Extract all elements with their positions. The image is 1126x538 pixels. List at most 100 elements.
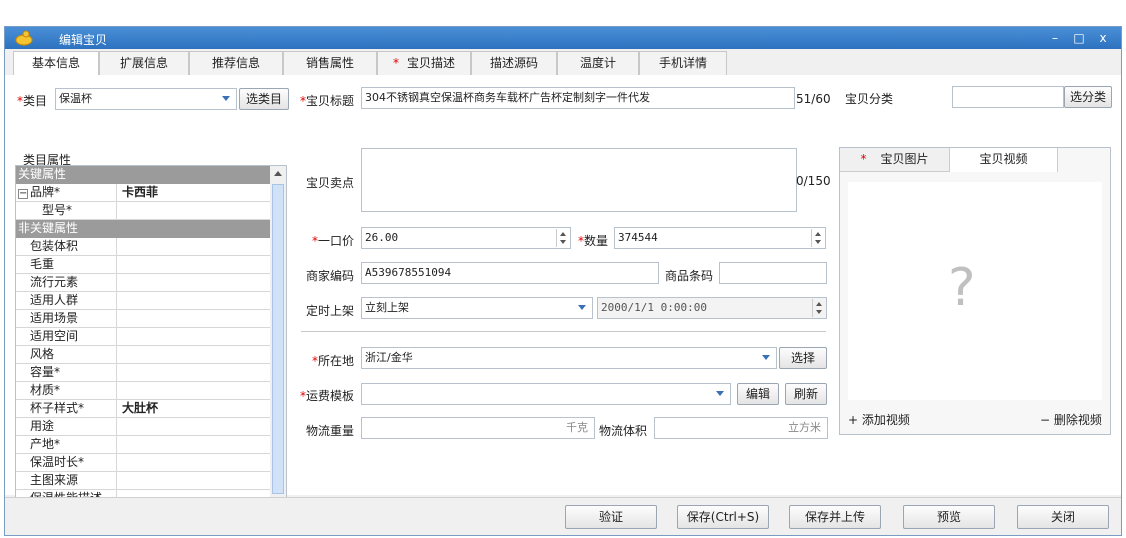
tab-item-images[interactable]: * 宝贝图片 (840, 148, 950, 172)
attr-name: 容量* (16, 364, 117, 382)
close-icon[interactable]: x (1093, 29, 1113, 47)
window-title: 编辑宝贝 (59, 33, 108, 47)
schedule-time-input[interactable]: 2000/1/1 0:00:00 (597, 297, 827, 319)
app-logo-icon (15, 30, 33, 46)
attr-row[interactable]: 包装体积 (16, 238, 270, 256)
attr-row[interactable]: 主图来源 (16, 472, 270, 490)
chevron-down-icon (762, 355, 770, 360)
barcode-label: 商品条码 (665, 269, 714, 283)
shipping-template-select[interactable] (361, 383, 731, 405)
scroll-up-icon[interactable] (274, 171, 282, 176)
attr-row[interactable]: 风格 (16, 346, 270, 364)
minimize-icon[interactable]: – (1045, 29, 1065, 47)
shipping-template-label: *运费模板 (300, 389, 355, 403)
select-shop-category-button[interactable]: 选分类 (1064, 86, 1112, 108)
tab-basic-info[interactable]: 基本信息 (13, 51, 99, 76)
attr-row[interactable]: 杯子样式* 大肚杯 (16, 400, 270, 418)
video-preview-area: ? (848, 182, 1102, 400)
attr-name: 适用空间 (16, 328, 117, 346)
select-location-button[interactable]: 选择 (779, 347, 827, 369)
location-select[interactable]: 浙江/金华 (361, 347, 777, 369)
attr-name: 流行元素 (16, 274, 117, 292)
tab-sales-attrs[interactable]: 销售属性 (283, 51, 377, 75)
attrs-scrollbar[interactable] (270, 166, 286, 514)
scroll-thumb[interactable] (272, 184, 284, 494)
category-attrs-grid: 关键属性 − 品牌* 卡西菲 型号* 非关键属性 包装体积 毛重 流行元素 适用人群 适用… (15, 165, 287, 515)
attr-value: 大肚杯 (122, 401, 159, 415)
category-select[interactable]: 保温杯 (55, 88, 237, 110)
attr-row[interactable]: 产地* (16, 436, 270, 454)
item-title-input[interactable]: 304不锈钢真空保温杯商务车载杯广告杯定制刻字一件代发 (361, 87, 795, 109)
tab-description-source[interactable]: 描述源码 (471, 51, 557, 75)
tab-recommend-info[interactable]: 推荐信息 (189, 51, 283, 75)
footer-bar: 验证 保存(Ctrl+S) 保存并上传 预览 关闭 (5, 497, 1121, 535)
attr-name: 材质* (16, 382, 117, 400)
save-and-upload-button[interactable]: 保存并上传 (789, 505, 881, 529)
price-input[interactable]: 26.00 (361, 227, 571, 249)
tab-item-description[interactable]: * 宝贝描述 (377, 51, 471, 75)
quantity-spinner[interactable] (811, 229, 824, 247)
price-spinner[interactable] (556, 229, 569, 247)
attr-row[interactable]: 适用空间 (16, 328, 270, 346)
collapse-icon: − (18, 188, 28, 199)
logistics-volume-label: 物流体积 (599, 424, 648, 438)
edit-shipping-button[interactable]: 编辑 (737, 383, 779, 405)
title-char-count: 51/60 (796, 92, 831, 106)
verify-button[interactable]: 验证 (565, 505, 657, 529)
attr-name: 适用场景 (16, 310, 117, 328)
attr-row[interactable]: 材质* (16, 382, 270, 400)
shop-category-input[interactable] (952, 86, 1064, 108)
save-button[interactable]: 保存(Ctrl+S) (677, 505, 769, 529)
attr-row[interactable]: 容量* (16, 364, 270, 382)
attr-name: 毛重 (16, 256, 117, 274)
title-bar: 编辑宝贝 – □ x (5, 27, 1121, 49)
refresh-shipping-button[interactable]: 刷新 (785, 383, 827, 405)
attr-name: 产地* (16, 436, 117, 454)
attr-row[interactable]: 用途 (16, 418, 270, 436)
basic-info-panel: *类目 保温杯 选类目 类目属性 关键属性 − 品牌* 卡西菲 型号* 非关键属性… (5, 75, 1121, 515)
select-category-button[interactable]: 选类目 (239, 88, 289, 110)
location-label: *所在地 (312, 354, 355, 368)
tab-thermometer[interactable]: 温度计 (557, 51, 639, 75)
attr-row[interactable]: 保温时长* (16, 454, 270, 472)
chevron-down-icon (222, 96, 230, 101)
quantity-label: *数量 (578, 234, 609, 248)
selling-point-char-count: 0/150 (796, 174, 831, 188)
quantity-input[interactable]: 374544 (614, 227, 826, 249)
attr-row[interactable]: 适用人群 (16, 292, 270, 310)
chevron-down-icon (578, 305, 586, 310)
selling-point-label: 宝贝卖点 (306, 176, 355, 190)
question-mark-icon: ? (948, 258, 976, 318)
attr-name: 主图来源 (16, 472, 117, 490)
merchant-code-input[interactable]: A539678551094 (361, 262, 659, 284)
attr-row[interactable]: 流行元素 (16, 274, 270, 292)
attr-row-model[interactable]: 型号* (16, 202, 270, 220)
attr-row[interactable]: 适用场景 (16, 310, 270, 328)
tab-item-video[interactable]: 宝贝视频 (950, 148, 1058, 172)
category-label: *类目 (17, 94, 48, 108)
logistics-volume-input[interactable]: 立方米 (654, 417, 828, 439)
shop-category-label: 宝贝分类 (845, 92, 894, 106)
schedule-time-spinner[interactable] (812, 299, 825, 317)
key-attrs-header: 关键属性 (16, 166, 270, 184)
add-video-link[interactable]: + 添加视频 (848, 411, 910, 428)
logistics-weight-input[interactable]: 千克 (361, 417, 595, 439)
tab-mobile-details[interactable]: 手机详情 (639, 51, 727, 75)
nonkey-attrs-header: 非关键属性 (16, 220, 270, 238)
barcode-input[interactable] (719, 262, 827, 284)
schedule-select[interactable]: 立刻上架 (361, 297, 593, 319)
logistics-weight-label: 物流重量 (306, 424, 355, 438)
attr-name: 适用人群 (16, 292, 117, 310)
maximize-icon[interactable]: □ (1069, 29, 1089, 47)
edit-item-window: 编辑宝贝 – □ x 基本信息 扩展信息 推荐信息 销售属性 * 宝贝描述 描述源… (4, 26, 1122, 536)
tab-bar: 基本信息 扩展信息 推荐信息 销售属性 * 宝贝描述 描述源码 温度计 手机详情 (5, 51, 1121, 76)
attr-row[interactable]: 毛重 (16, 256, 270, 274)
chevron-down-icon (716, 391, 724, 396)
preview-button[interactable]: 预览 (903, 505, 995, 529)
attr-name: 风格 (16, 346, 117, 364)
close-button[interactable]: 关闭 (1017, 505, 1109, 529)
selling-point-textarea[interactable] (361, 148, 797, 212)
attr-row-brand[interactable]: − 品牌* 卡西菲 (16, 184, 270, 202)
tab-extended-info[interactable]: 扩展信息 (99, 51, 189, 75)
remove-video-link[interactable]: − 删除视频 (1040, 411, 1102, 428)
